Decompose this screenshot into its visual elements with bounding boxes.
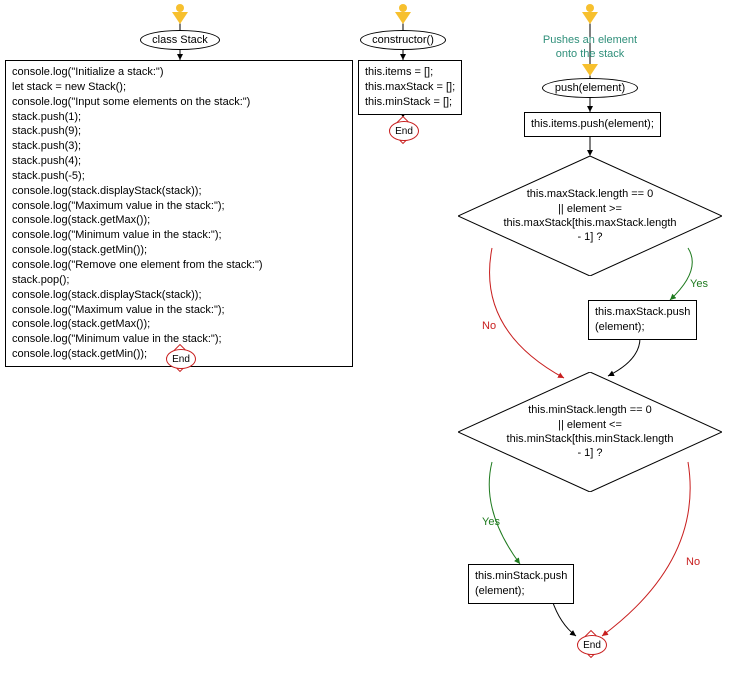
no-label-1: No [482, 320, 496, 332]
end-label-push: End [583, 640, 601, 651]
end-constructor: End [386, 118, 420, 142]
constructor-label: constructor() [372, 34, 434, 46]
class-stack-body: console.log("Initialize a stack:") let s… [5, 60, 353, 367]
constructor-body: this.items = []; this.maxStack = []; thi… [358, 60, 462, 115]
no-label-2: No [686, 556, 700, 568]
decision-maxstack: this.maxStack.length == 0 || element >= … [458, 156, 722, 276]
push-label: push(element) [555, 82, 625, 94]
start-dot-stack [176, 4, 184, 12]
class-stack-title: class Stack [140, 30, 220, 50]
comment-arrow-push [582, 64, 598, 76]
yes-label-1: Yes [690, 278, 708, 290]
end-label-constructor: End [395, 126, 413, 137]
start-dot-constructor [399, 4, 407, 12]
class-stack-label: class Stack [152, 34, 208, 46]
push-comment: Pushes an element onto the stack [536, 34, 644, 62]
start-arrow-constructor [395, 12, 411, 24]
constructor-title: constructor() [360, 30, 446, 50]
push-title: push(element) [542, 78, 638, 98]
action-maxstack-push: this.maxStack.push (element); [588, 300, 697, 340]
yes-label-2: Yes [482, 516, 500, 528]
end-stack: End [163, 346, 197, 370]
decision-maxstack-label: this.maxStack.length == 0 || element >= … [458, 156, 722, 276]
decision-minstack: this.minStack.length == 0 || element <= … [458, 372, 722, 492]
end-push: End [574, 632, 608, 656]
start-arrow-push [582, 12, 598, 24]
decision-minstack-label: this.minStack.length == 0 || element <= … [458, 372, 722, 492]
push-step1: this.items.push(element); [524, 112, 661, 137]
end-label-stack: End [172, 354, 190, 365]
start-arrow-stack [172, 12, 188, 24]
action-minstack-push: this.minStack.push (element); [468, 564, 574, 604]
start-dot-push [586, 4, 594, 12]
